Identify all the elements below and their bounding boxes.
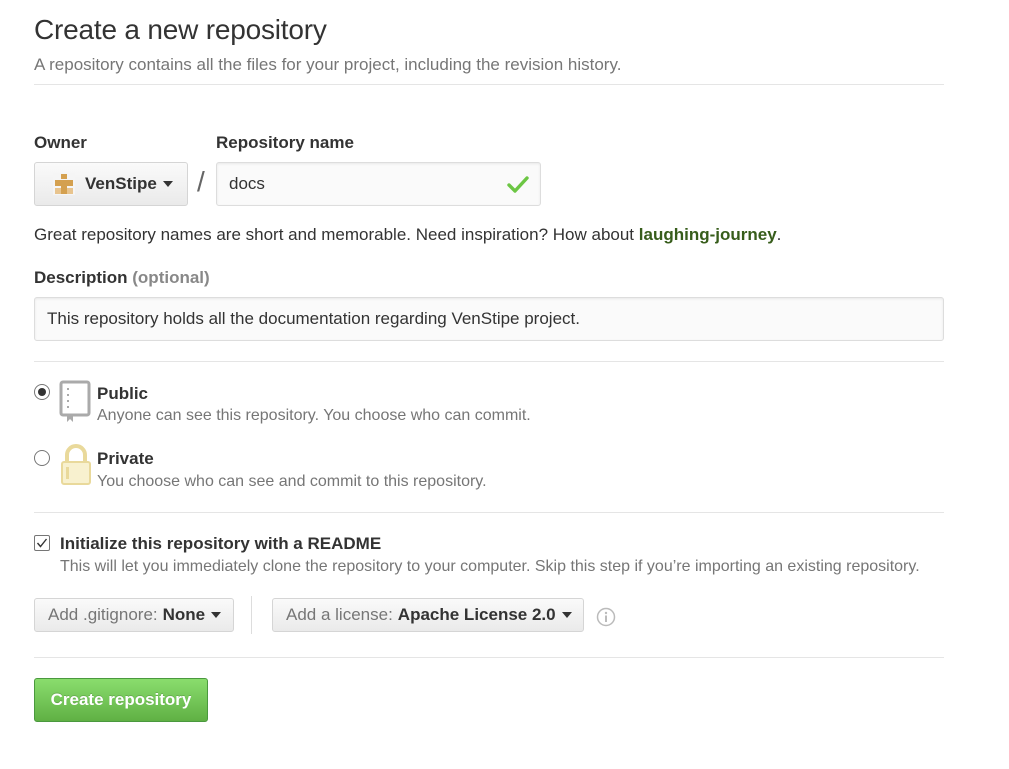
page-subtitle: A repository contains all the files for …: [34, 55, 622, 74]
private-radio[interactable]: [34, 450, 50, 466]
divider: [34, 657, 944, 658]
description-input[interactable]: [34, 297, 944, 341]
repo-name-input[interactable]: [216, 162, 541, 206]
private-title: Private: [97, 449, 154, 468]
readme-desc: This will let you immediately clone the …: [60, 558, 920, 575]
owner-label: Owner: [34, 133, 87, 152]
info-icon[interactable]: [596, 607, 616, 627]
public-radio[interactable]: [34, 384, 50, 400]
divider: [34, 84, 944, 85]
repo-name-helper: Great repository names are short and mem…: [34, 225, 782, 244]
private-desc: You choose who can see and commit to thi…: [97, 473, 487, 490]
divider: [34, 512, 944, 513]
repo-name-label: Repository name: [216, 133, 354, 152]
license-select-button[interactable]: Add a license: Apache License 2.0: [272, 598, 584, 632]
caret-down-icon: [561, 612, 572, 618]
gitignore-value: None: [162, 605, 206, 624]
vertical-divider: [251, 596, 252, 634]
divider: [34, 361, 944, 362]
public-desc: Anyone can see this repository. You choo…: [97, 407, 531, 424]
owner-select-button[interactable]: VenStipe: [34, 162, 188, 206]
check-icon: [507, 173, 529, 195]
gitignore-select-button[interactable]: Add .gitignore: None: [34, 598, 234, 632]
page-title: Create a new repository: [34, 14, 327, 45]
repo-book-icon: [59, 380, 93, 429]
owner-repo-separator: /: [197, 166, 205, 197]
name-suggestion-link[interactable]: laughing-journey: [639, 225, 777, 244]
owner-name: VenStipe: [85, 174, 157, 193]
identicon-avatar-icon: [53, 173, 75, 195]
caret-down-icon: [211, 612, 222, 618]
public-title: Public: [97, 384, 149, 403]
lock-icon: [59, 444, 93, 493]
create-repository-button[interactable]: Create repository: [34, 678, 208, 722]
caret-down-icon: [162, 181, 173, 187]
readme-title: Initialize this repository with a README: [60, 534, 382, 553]
license-value: Apache License 2.0: [397, 605, 556, 624]
optional-hint: (optional): [132, 268, 210, 287]
readme-checkbox[interactable]: [34, 535, 50, 551]
description-label: Description (optional): [34, 268, 210, 287]
